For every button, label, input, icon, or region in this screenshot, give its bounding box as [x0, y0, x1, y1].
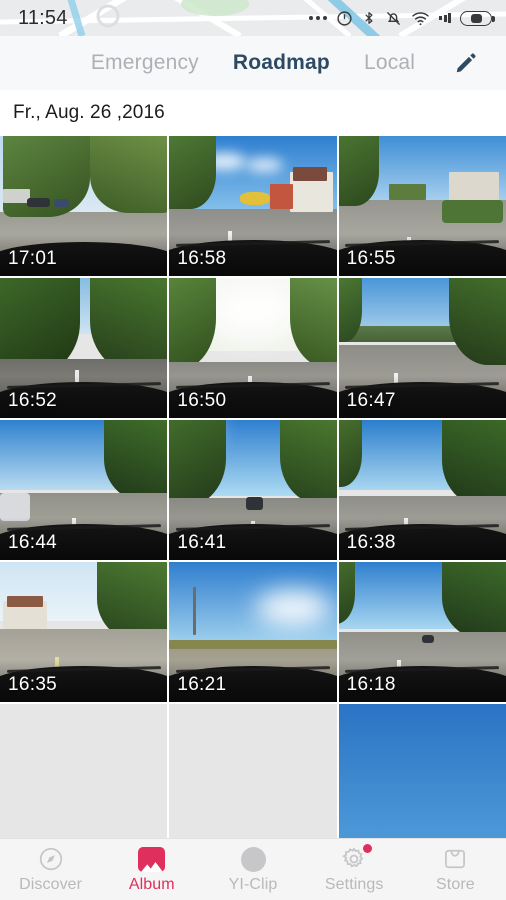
headset-icon — [336, 10, 353, 27]
album-thumbnail-placeholder[interactable] — [169, 704, 337, 838]
tab-roadmap[interactable]: Roadmap — [233, 51, 330, 75]
status-bar-clock: 11:54 — [18, 6, 68, 29]
app-screen: 11:54 Emergency Roadmap Local Fr., Aug. … — [0, 0, 506, 900]
nav-label-store: Store — [436, 876, 475, 893]
tab-local[interactable]: Local — [364, 51, 415, 75]
battery-icon — [460, 10, 495, 26]
bluetooth-icon — [362, 9, 376, 27]
nav-item-store[interactable]: Store — [405, 845, 506, 894]
header-tabs: Emergency Roadmap Local — [0, 36, 506, 90]
album-thumbnail[interactable] — [338, 704, 506, 838]
thumbnail-timestamp: 16:18 — [346, 674, 396, 695]
nav-item-album[interactable]: Album — [101, 845, 202, 894]
nav-label-discover: Discover — [19, 876, 83, 893]
album-thumbnail[interactable]: 16:55 — [338, 136, 506, 276]
status-bar: 11:54 — [0, 0, 506, 36]
album-thumbnail[interactable]: 16:41 — [169, 420, 337, 560]
nav-label-album: Album — [128, 876, 175, 893]
thumbnail-timestamp: 16:41 — [177, 532, 227, 553]
thumbnail-timestamp: 17:01 — [8, 248, 58, 269]
compass-icon — [37, 845, 65, 873]
thumbnail-timestamp: 16:35 — [8, 674, 58, 695]
thumbnail-timestamp: 16:47 — [346, 390, 396, 411]
thumbnail-timestamp: 16:44 — [8, 532, 58, 553]
gear-icon — [340, 844, 373, 873]
album-thumbnail[interactable]: 16:44 — [0, 420, 168, 560]
album-thumbnail[interactable]: 16:52 — [0, 278, 168, 418]
album-thumbnail-placeholder[interactable] — [0, 704, 168, 838]
album-thumbnail[interactable]: 17:01 — [0, 136, 168, 276]
thumbnail-image — [338, 704, 506, 838]
circle-icon — [239, 845, 267, 873]
nav-item-discover[interactable]: Discover — [0, 845, 101, 894]
album-thumbnail[interactable]: 16:38 — [338, 420, 506, 560]
nav-label-settings: Settings — [324, 876, 384, 893]
thumbnail-timestamp: 16:50 — [177, 390, 227, 411]
mute-bell-icon — [385, 10, 402, 27]
tab-emergency[interactable]: Emergency — [91, 51, 199, 75]
album-thumbnail[interactable]: 16:58 — [169, 136, 337, 276]
more-dots-icon — [309, 16, 327, 20]
bottom-navigation: Discover Album YI-Clip Settings Store — [0, 838, 506, 900]
album-thumbnail[interactable]: 16:50 — [169, 278, 337, 418]
nav-item-settings[interactable]: Settings — [304, 844, 405, 894]
thumbnail-image — [0, 704, 168, 838]
date-header-label: Fr., Aug. 26 ,2016 — [13, 102, 165, 123]
date-header: Fr., Aug. 26 ,2016 — [0, 90, 506, 136]
thumbnail-timestamp: 16:55 — [346, 248, 396, 269]
status-bar-icons — [309, 9, 495, 27]
album-grid: 17:01 16:58 16:55 16:52 16:50 16:47 16:4… — [0, 136, 506, 838]
wifi-icon — [411, 11, 430, 26]
signal-icon — [439, 12, 451, 25]
album-thumbnail[interactable]: 16:47 — [338, 278, 506, 418]
nav-item-yi-clip[interactable]: YI-Clip — [202, 845, 303, 894]
thumbnail-timestamp: 16:52 — [8, 390, 58, 411]
nav-label-yi-clip: YI-Clip — [228, 876, 278, 893]
shopping-bag-icon — [441, 845, 469, 873]
photo-icon — [138, 845, 166, 873]
album-grid-scroll[interactable]: 17:01 16:58 16:55 16:52 16:50 16:47 16:4… — [0, 136, 506, 838]
album-thumbnail[interactable]: 16:35 — [0, 562, 168, 702]
thumbnail-timestamp: 16:38 — [346, 532, 396, 553]
settings-badge-dot — [363, 844, 373, 853]
pencil-icon[interactable] — [452, 49, 480, 77]
thumbnail-timestamp: 16:21 — [177, 674, 227, 695]
album-thumbnail[interactable]: 16:21 — [169, 562, 337, 702]
album-thumbnail[interactable]: 16:18 — [338, 562, 506, 702]
thumbnail-image — [169, 704, 337, 838]
thumbnail-timestamp: 16:58 — [177, 248, 227, 269]
